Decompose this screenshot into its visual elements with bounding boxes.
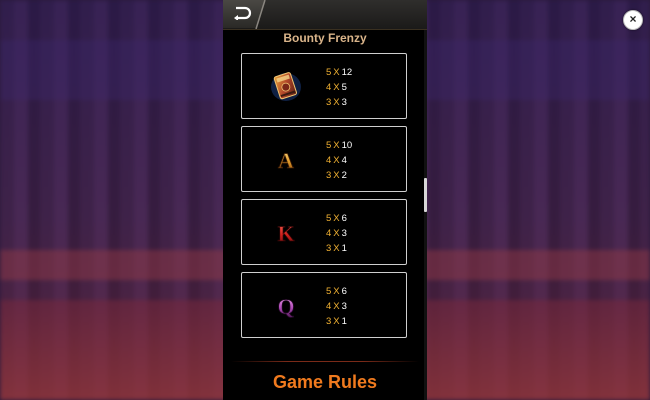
payout-row: 4X3: [326, 301, 347, 312]
header-edge-decoration: [255, 0, 266, 29]
payout-row: 5 X 10: [326, 140, 353, 151]
panel-header: [223, 0, 427, 30]
game-title: Bounty Frenzy: [283, 31, 367, 45]
svg-text:A: A: [278, 148, 294, 173]
section-divider: [231, 361, 419, 362]
book-icon: [271, 72, 301, 101]
back-arrow-icon: [234, 6, 252, 20]
letter-q-icon: Q: [277, 294, 295, 320]
payout-row: 3X1: [326, 316, 347, 327]
paytable-card-a: A 5 X 10 4X4 3X2: [241, 126, 407, 192]
letter-a-icon: A: [278, 148, 295, 174]
svg-text:K: K: [277, 221, 294, 246]
panel-scrollbar[interactable]: [424, 30, 427, 400]
paytable-card-book: 5 X 12 4X5 3X3: [241, 53, 407, 119]
paytable-card-k: K 5X6 4X3 3X1: [241, 199, 407, 265]
paytable-panel: Bounty Frenzy 5 X 12 4X5 3X3 A 5 X 10 4 …: [223, 0, 427, 400]
svg-text:Q: Q: [277, 294, 294, 319]
payout-list: 5X6 4X3 3X1: [326, 211, 396, 256]
scrollbar-thumb[interactable]: [424, 178, 427, 212]
letter-k-icon: K: [277, 221, 295, 247]
close-button[interactable]: ×: [623, 10, 643, 30]
payout-list: 5 X 10 4X4 3X2: [326, 138, 396, 183]
payout-row: 5X6: [326, 286, 347, 297]
game-rules-heading: Game Rules: [272, 372, 378, 392]
payout-list: 5X6 4X3 3X1: [326, 284, 396, 329]
payout-row: 5X6: [326, 213, 347, 224]
payout-list: 5 X 12 4X5 3X3: [326, 65, 396, 110]
payout-row: 4X3: [326, 228, 347, 239]
payout-row: 4X5: [326, 82, 347, 93]
paytable-card-q: Q 5X6 4X3 3X1: [241, 272, 407, 338]
payout-row: 3X1: [326, 243, 347, 254]
payout-row: 3X3: [326, 97, 347, 108]
payout-row: 5 X 12: [326, 67, 353, 78]
payout-row: 4X4: [326, 155, 347, 166]
payout-row: 3X2: [326, 170, 347, 181]
